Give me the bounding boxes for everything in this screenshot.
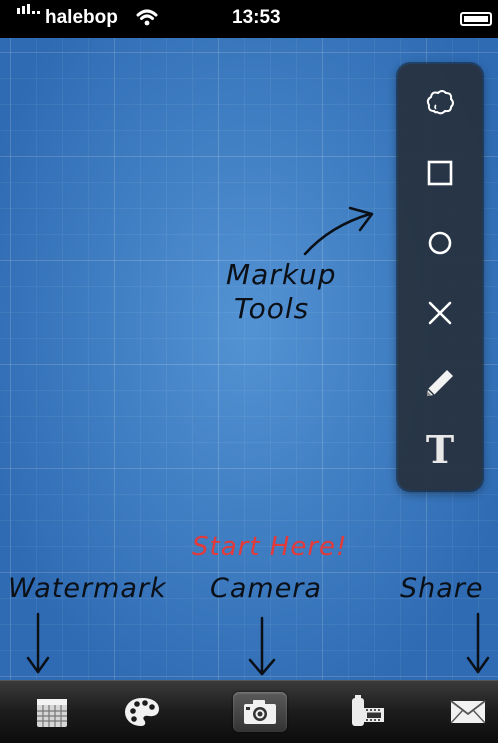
carrier-name: halebop — [45, 7, 118, 28]
watermark-tab[interactable] — [22, 681, 82, 743]
start-here-note: Start Here! — [192, 532, 348, 562]
camera-icon — [244, 700, 276, 724]
status-bar: halebop 13:53 — [0, 0, 498, 38]
markup-tool-palette: T — [398, 64, 482, 490]
rectangle-tool[interactable] — [415, 148, 465, 198]
blueprint-canvas[interactable]: Markup Tools Start Here! Watermark Camer… — [0, 38, 498, 680]
battery-icon — [460, 12, 492, 26]
palette-icon — [125, 698, 159, 726]
pencil-tool[interactable] — [415, 358, 465, 408]
cloud-icon — [426, 90, 454, 115]
film-roll-icon — [352, 695, 384, 726]
text-tool[interactable]: T — [415, 424, 465, 474]
camera-tab-highlight — [233, 692, 287, 732]
mail-icon — [450, 700, 486, 724]
x-icon — [428, 301, 452, 325]
watermark-note: Watermark — [8, 573, 167, 604]
camera-tab[interactable] — [230, 681, 290, 743]
x-mark-tool[interactable] — [415, 288, 465, 338]
markup-tools-note: Markup Tools — [226, 258, 337, 326]
share-note: Share — [400, 573, 484, 604]
cloud-tool[interactable] — [415, 78, 465, 128]
palette-tab[interactable] — [112, 681, 172, 743]
share-tab[interactable] — [438, 681, 498, 743]
circle-icon — [428, 231, 452, 255]
film-tab[interactable] — [336, 681, 396, 743]
square-icon — [427, 160, 453, 186]
wifi-icon — [136, 8, 158, 32]
text-icon: T — [425, 426, 455, 472]
bottom-tab-bar — [0, 680, 498, 743]
camera-note: Camera — [210, 573, 322, 604]
calendar-icon — [37, 699, 67, 727]
markup-note-line2: Tools — [234, 292, 310, 325]
markup-note-line1: Markup — [226, 258, 337, 291]
pencil-icon — [427, 370, 453, 396]
status-time: 13:53 — [232, 7, 281, 28]
circle-tool[interactable] — [415, 218, 465, 268]
